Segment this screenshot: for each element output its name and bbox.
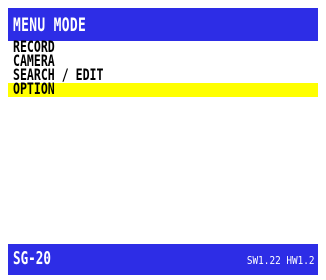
model-name: SG-20 [13,248,51,269]
menu-title: MENU MODE [13,14,87,36]
status-bar: SG-20 SW1.22 HW1.2 [8,244,318,275]
title-bar: MENU MODE [8,8,318,41]
menu-item-label: OPTION [13,80,55,99]
menu-screen: MENU MODE RECORD CAMERA SEARCH / EDIT OP… [0,0,326,280]
version-info: SW1.22 HW1.2 [246,254,314,267]
menu-item-option[interactable]: OPTION [8,80,318,99]
menu-list: RECORD CAMERA SEARCH / EDIT OPTION [8,39,318,99]
